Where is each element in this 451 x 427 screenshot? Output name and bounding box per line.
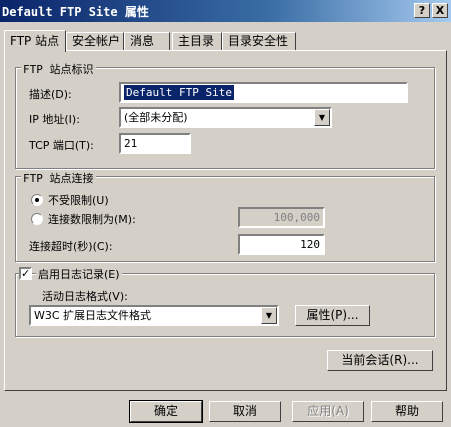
tcp-port-input[interactable]: 21 [119,133,191,154]
apply-button[interactable]: 应用(A) [292,401,364,422]
title-bar[interactable]: Default FTP Site 属性 ? X [0,0,451,22]
timeout-label: 连接超时(秒)(C): [29,240,113,253]
ok-button[interactable]: 确定 [129,400,203,423]
current-sessions-button[interactable]: 当前会话(R)... [327,350,433,371]
log-format-value: W3C 扩展日志文件格式 [34,309,152,322]
unlimited-label[interactable]: 不受限制(U) [48,192,109,208]
ip-address-label: IP 地址(I): [29,113,80,126]
unlimited-radio[interactable] [31,194,43,206]
ip-address-value: (全部未分配) [124,111,188,124]
log-properties-button[interactable]: 属性(P)... [295,305,370,326]
tab-security-accounts[interactable]: 安全帐户 [66,32,124,51]
help-button[interactable]: 帮助 [371,401,443,422]
ip-address-select[interactable]: (全部未分配) ▼ [119,107,332,128]
description-input[interactable]: Default FTP Site [119,82,408,103]
chevron-down-icon[interactable]: ▼ [314,109,330,126]
description-value: Default FTP Site [124,85,234,100]
properties-dialog: Default FTP Site 属性 ? X FTP 站点 安全帐户 消息 主… [0,0,451,427]
window-title: Default FTP Site 属性 [2,5,149,19]
site-identification-legend: FTP 站点标识 [21,61,96,77]
limited-radio[interactable] [31,213,43,225]
help-title-button[interactable]: ? [414,3,430,18]
connections-legend: FTP 站点连接 [21,170,96,186]
log-format-label: 活动日志格式(V): [42,290,128,303]
tab-home-directory[interactable]: 主目录 [172,32,222,51]
cancel-button[interactable]: 取消 [209,401,281,422]
description-label: 描述(D): [29,88,72,101]
limited-label[interactable]: 连接数限制为(M): [48,211,136,227]
close-button[interactable]: X [432,3,448,18]
enable-logging-checkbox[interactable]: ✓ [19,267,32,280]
tab-ftp-site[interactable]: FTP 站点 [4,30,66,52]
chevron-down-icon[interactable]: ▼ [261,307,277,324]
log-format-select[interactable]: W3C 扩展日志文件格式 ▼ [29,305,279,326]
connection-limit-input[interactable]: 100,000 [238,207,325,228]
tab-panel: FTP 站点标识 描述(D): Default FTP Site IP 地址(I… [4,50,447,391]
tab-directory-security[interactable]: 目录安全性 [222,32,296,51]
timeout-input[interactable]: 120 [238,234,325,255]
tcp-port-label: TCP 端口(T): [29,139,94,152]
enable-logging-label[interactable]: 启用日志记录(E) [36,266,122,282]
tab-messages[interactable]: 消息 [124,32,170,51]
